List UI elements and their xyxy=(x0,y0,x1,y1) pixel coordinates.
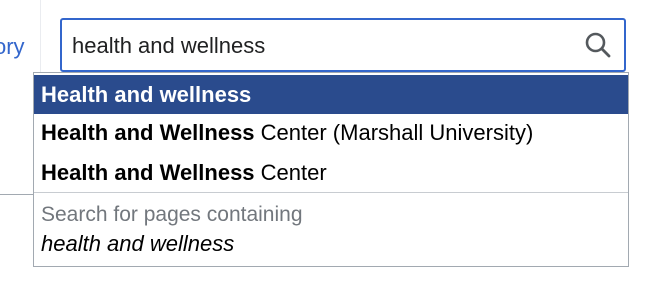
suggestion-rest: Center xyxy=(254,160,327,185)
search-icon xyxy=(585,32,611,58)
history-tab[interactable]: ory xyxy=(0,34,25,60)
page: ory Health and wellness Health and Welln… xyxy=(0,0,658,292)
suggestion-rest: Center (Marshall University) xyxy=(254,120,534,145)
search-containing-label: Search for pages containing xyxy=(41,203,303,226)
search-box[interactable] xyxy=(60,18,626,72)
suggestions-dropdown: Health and wellness Health and Wellness … xyxy=(33,72,629,267)
search-containing-item[interactable]: Search for pages containing health and w… xyxy=(34,192,628,267)
suggestion-item[interactable]: Health and wellness xyxy=(34,75,628,114)
header-strip xyxy=(40,0,658,8)
search-input[interactable] xyxy=(72,30,572,62)
suggestion-match: Health and Wellness xyxy=(41,160,255,185)
search-containing-query: health and wellness xyxy=(41,231,235,256)
suggestion-item[interactable]: Health and Wellness Center (Marshall Uni… xyxy=(34,113,628,152)
suggestion-match: Health and wellness xyxy=(41,82,252,107)
suggestion-match: Health and Wellness xyxy=(41,120,255,145)
suggestion-item[interactable]: Health and Wellness Center xyxy=(34,153,628,192)
search-button[interactable] xyxy=(582,29,614,61)
